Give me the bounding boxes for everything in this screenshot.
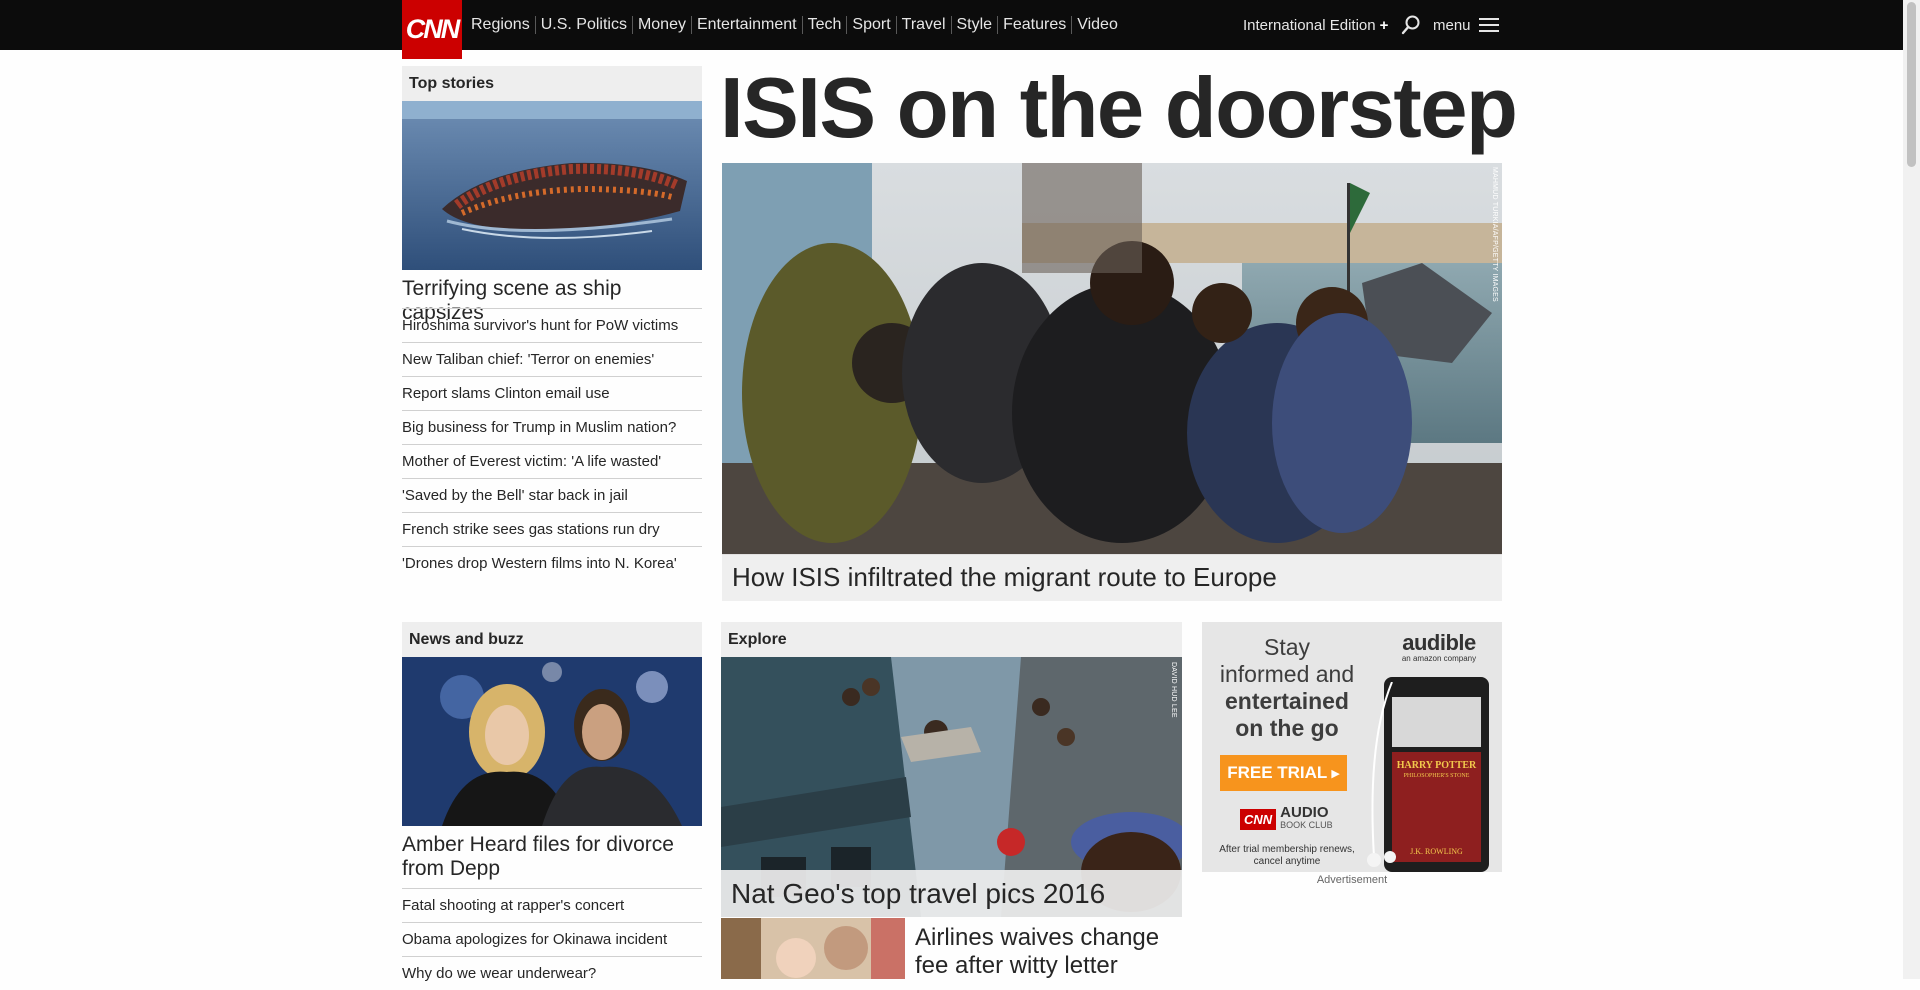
book-title: HARRY POTTER	[1396, 760, 1477, 771]
book-subtitle: PHILOSOPHER'S STONE	[1403, 773, 1470, 779]
scrollbar-thumb[interactable]	[1907, 2, 1916, 167]
free-trial-label: FREE TRIAL	[1227, 763, 1328, 782]
ad-line-1: Stay	[1263, 634, 1311, 660]
list-item[interactable]: Obama apologizes for Okinawa incident	[402, 922, 702, 956]
nav-link-us-politics[interactable]: U.S. Politics	[534, 16, 632, 34]
explore-header: Explore	[721, 622, 1182, 657]
hero-migrants-photo[interactable]	[722, 163, 1502, 555]
ad-line-2: informed and	[1219, 661, 1355, 687]
hero-photo-credit: MAHMUD TURKIA/AFP/GETTY IMAGES	[1491, 167, 1498, 302]
list-item[interactable]: Mother of Everest victim: 'A life wasted…	[402, 444, 702, 478]
cnn-logo[interactable]: CNN	[402, 0, 462, 59]
nav-link-features[interactable]: Features	[997, 16, 1071, 34]
ad-line-4: on the go	[1235, 715, 1339, 741]
search-icon[interactable]	[1400, 14, 1422, 36]
list-item[interactable]: Hiroshima survivor's hunt for PoW victim…	[402, 308, 702, 342]
nav-link-regions[interactable]: Regions	[471, 16, 535, 34]
nav-link-tech[interactable]: Tech	[801, 16, 847, 34]
book-cover: HARRY POTTER PHILOSOPHER'S STONE J.K. RO…	[1392, 752, 1481, 862]
plus-icon: +	[1379, 16, 1389, 34]
news-buzz-lead-headline[interactable]: Amber Heard files for divorce from Depp	[402, 833, 702, 881]
page-scrollbar[interactable]	[1903, 0, 1920, 979]
nav-link-entertainment[interactable]: Entertainment	[690, 16, 802, 34]
hero-title[interactable]: ISIS on the doorstep	[720, 56, 1518, 162]
free-trial-button[interactable]: FREE TRIAL ▶	[1220, 755, 1347, 791]
edition-picker[interactable]: International Edition +	[1243, 0, 1388, 50]
advertisement-label: Advertisement	[1316, 874, 1388, 886]
audible-brand: audible	[1402, 630, 1476, 655]
top-stories-list: Hiroshima survivor's hunt for PoW victim…	[402, 308, 702, 580]
nav-link-money[interactable]: Money	[631, 16, 691, 34]
nav-link-travel[interactable]: Travel	[895, 16, 951, 34]
play-arrow-icon: ▶	[1331, 767, 1340, 780]
explore-photo-credit: DAVID HUD LEE	[1170, 662, 1177, 718]
list-item[interactable]: Fatal shooting at rapper's concert	[402, 888, 702, 922]
baby-and-father-photo[interactable]	[721, 918, 905, 979]
club-name: AUDIO	[1280, 804, 1329, 821]
news-buzz-list: Fatal shooting at rapper's concert Obama…	[402, 888, 702, 990]
hero-caption[interactable]: How ISIS infiltrated the migrant route t…	[722, 554, 1502, 601]
hamburger-icon	[1478, 18, 1499, 32]
book-author: J.K. ROWLING	[1410, 847, 1463, 856]
cnn-mini-logo: CNN	[1240, 808, 1277, 830]
cnn-audio-book-club-logo: CNN AUDIO BOOK CLUB	[1240, 804, 1333, 831]
list-item[interactable]: 'Drones drop Western films into N. Korea…	[402, 546, 702, 580]
amber-heard-depp-photo[interactable]	[402, 657, 702, 826]
nav-link-video[interactable]: Video	[1071, 16, 1123, 34]
club-sub: BOOK CLUB	[1280, 820, 1333, 830]
news-and-buzz-header: News and buzz	[402, 622, 702, 657]
nav-link-style[interactable]: Style	[950, 16, 998, 34]
top-stories-header: Top stories	[402, 66, 702, 101]
ad-fine-print: After trial membership renews, cancel an…	[1219, 844, 1355, 867]
audible-logo: audible an amazon company	[1384, 630, 1494, 663]
edition-label: International Edition	[1243, 16, 1376, 34]
audible-advertisement[interactable]: Stay informed and entertained on the go …	[1202, 622, 1502, 872]
ad-line-3: entertained	[1225, 688, 1349, 714]
list-item[interactable]: French strike sees gas stations run dry	[402, 512, 702, 546]
list-item[interactable]: Big business for Trump in Muslim nation?	[402, 410, 702, 444]
explore-second-headline[interactable]: Airlines waives change fee after witty l…	[915, 924, 1182, 980]
list-item[interactable]: 'Saved by the Bell' star back in jail	[402, 478, 702, 512]
capsizing-boat-photo[interactable]	[402, 101, 702, 270]
list-item[interactable]: Why do we wear underwear?	[402, 956, 702, 990]
earphones-graphic	[1367, 682, 1396, 867]
list-item[interactable]: New Taliban chief: 'Terror on enemies'	[402, 342, 702, 376]
nav-link-sport[interactable]: Sport	[846, 16, 895, 34]
menu-button[interactable]: menu	[1433, 0, 1499, 50]
explore-lead-caption[interactable]: Nat Geo's top travel pics 2016	[721, 870, 1182, 917]
menu-label: menu	[1433, 16, 1471, 34]
audible-brand-sub: an amazon company	[1401, 654, 1477, 663]
nav-links: Regions U.S. Politics Money Entertainmen…	[471, 0, 1123, 50]
list-item[interactable]: Report slams Clinton email use	[402, 376, 702, 410]
top-navigation-bar: CNN Regions U.S. Politics Money Entertai…	[0, 0, 1903, 59]
